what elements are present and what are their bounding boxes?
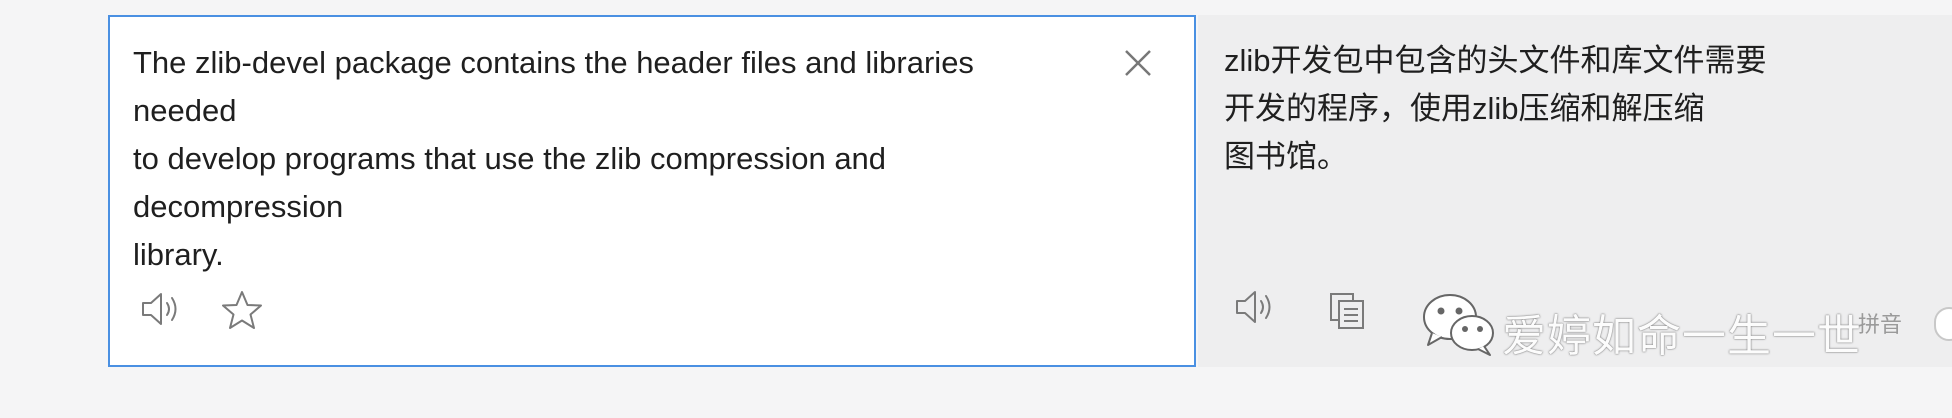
clear-button[interactable]: [1120, 45, 1156, 81]
target-text: zlib开发包中包含的头文件和库文件需要 开发的程序，使用zlib压缩和解压缩 …: [1224, 43, 1767, 174]
close-icon: [1125, 50, 1151, 76]
copy-icon: [1330, 293, 1364, 329]
source-speak-button[interactable]: [140, 289, 184, 329]
pinyin-button[interactable]: 拼音: [1858, 307, 1902, 339]
pinyin-toggle[interactable]: [1934, 307, 1952, 341]
source-text[interactable]: The zlib-devel package contains the head…: [133, 39, 1103, 279]
copy-button[interactable]: [1328, 291, 1368, 331]
star-icon: [222, 291, 262, 329]
wechat-icon: [1420, 289, 1498, 359]
target-speak-button[interactable]: [1234, 287, 1278, 327]
source-panel[interactable]: The zlib-devel package contains the head…: [108, 15, 1196, 367]
favorite-button[interactable]: [220, 289, 264, 333]
speaker-icon: [142, 293, 177, 325]
speaker-icon: [1236, 291, 1271, 323]
target-panel: zlib开发包中包含的头文件和库文件需要 开发的程序，使用zlib压缩和解压缩 …: [1198, 15, 1952, 367]
watermark-text: 爱婷如命一生一世: [1502, 311, 1862, 362]
